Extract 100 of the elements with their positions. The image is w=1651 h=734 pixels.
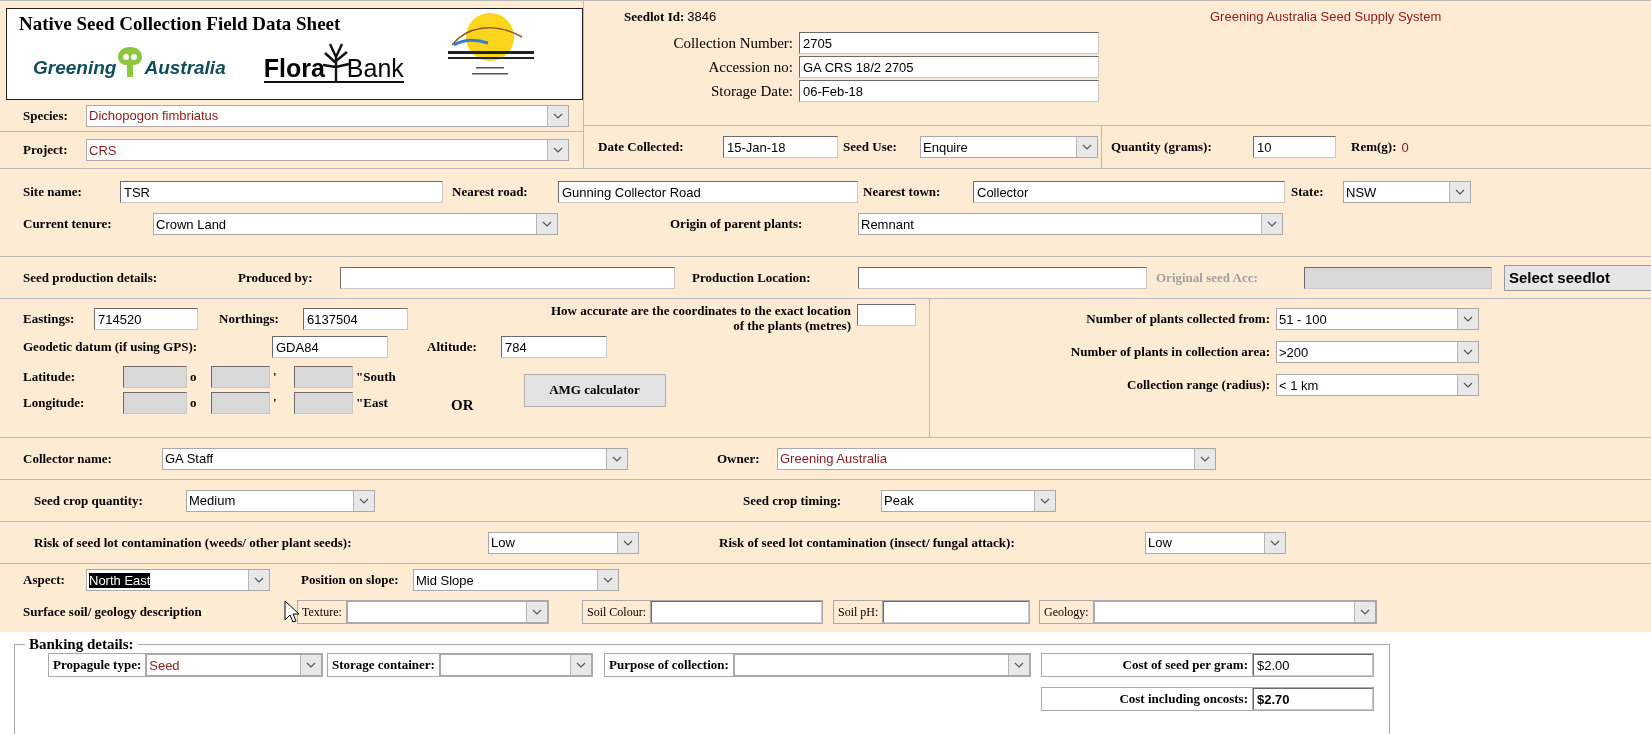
field-label: Storage container:: [328, 654, 440, 676]
text-field[interactable]: 06-Feb-18: [799, 80, 1099, 102]
dropdown[interactable]: < 1 km: [1276, 374, 1479, 396]
dropdown[interactable]: North East: [86, 569, 270, 591]
section-label: Banking details:: [28, 636, 135, 653]
field-label: Rem(g):: [1351, 139, 1397, 155]
caret-icon: [623, 539, 633, 546]
caret-icon: [1463, 349, 1473, 355]
caret-icon: [1040, 497, 1050, 504]
caret-icon: [1014, 662, 1024, 668]
field-label: How accurate are the coordinates to the exact location of the plants (metres): [549, 304, 852, 334]
logo-text: Bank: [346, 56, 404, 81]
section-label: Surface soil/ geology description: [23, 604, 202, 619]
seedlot-id: 3846: [687, 9, 717, 24]
text-field[interactable]: [858, 266, 1147, 289]
field-label: Number of plants in collection area:: [1069, 344, 1271, 360]
caret-icon: [1082, 144, 1092, 150]
text-field[interactable]: GDA84: [272, 336, 388, 358]
caret-icon: [1200, 455, 1210, 462]
caret-icon: [1463, 382, 1473, 388]
field-label: Nearest road:: [452, 184, 529, 200]
field-label: Geology:: [1040, 601, 1094, 623]
field-label: Aspect:: [23, 572, 66, 588]
caret-icon: [1360, 609, 1370, 615]
text-field[interactable]: 10: [1253, 136, 1336, 158]
text-field[interactable]: $2.70: [1253, 688, 1373, 710]
text-field[interactable]: $2.00: [1253, 654, 1373, 676]
section-label: Seed production details:: [23, 269, 159, 286]
text-field[interactable]: 15-Jan-18: [723, 136, 838, 158]
select-seedlot-button[interactable]: Select seedlot: [1504, 264, 1651, 291]
amg-calculator-button[interactable]: AMG calculator: [523, 373, 666, 407]
or-label: OR: [451, 397, 474, 414]
dropdown[interactable]: Low: [488, 531, 639, 554]
field-label: Northings:: [219, 311, 280, 327]
unit-label: ': [272, 369, 278, 385]
dropdown[interactable]: NSW: [1343, 181, 1471, 203]
text-field[interactable]: Collector: [973, 181, 1285, 203]
logo-text: Australia: [144, 57, 226, 79]
field-label: Storage Date:: [709, 82, 794, 100]
field-label: Original seed Acc:: [1156, 269, 1259, 286]
text-field[interactable]: [340, 266, 675, 289]
field-label: Owner:: [717, 450, 761, 467]
caret-icon: [306, 662, 316, 668]
dropdown[interactable]: 51 - 100: [1276, 308, 1479, 330]
text-field[interactable]: 2705: [799, 32, 1099, 54]
text-field[interactable]: [651, 601, 822, 623]
dropdown[interactable]: CRS: [86, 139, 569, 161]
dropdown[interactable]: Mid Slope: [413, 569, 619, 591]
field-label: Produced by:: [238, 269, 314, 286]
caret-icon: [359, 497, 369, 504]
caret-icon: [1270, 539, 1280, 546]
caret-icon: [1455, 189, 1465, 195]
field-label: Eastings:: [23, 311, 76, 327]
caret-icon: [1463, 316, 1473, 322]
text-field[interactable]: 714520: [94, 308, 198, 330]
caret-icon: [553, 147, 563, 153]
dropdown[interactable]: Low: [1145, 531, 1286, 554]
text-field[interactable]: GA CRS 18/2 2705: [799, 56, 1099, 78]
tree-icon: [117, 45, 144, 79]
unit-label: "East: [355, 395, 388, 411]
dropdown[interactable]: [439, 654, 592, 676]
dropdown[interactable]: Medium: [186, 489, 375, 512]
dropdown[interactable]: Dichopogon fimbriatus: [86, 104, 569, 127]
dropdown[interactable]: [733, 654, 1030, 676]
field-label: Geodetic datum (if using GPS):: [23, 339, 199, 355]
dropdown[interactable]: Peak: [881, 489, 1056, 512]
text-field[interactable]: 784: [501, 336, 607, 358]
caret-icon: [542, 221, 552, 227]
text-field[interactable]: Gunning Collector Road: [558, 181, 858, 203]
field-label: Risk of seed lot contamination (insect/ fungal attack):: [719, 534, 1016, 551]
unit-label: o: [189, 369, 198, 385]
text-field[interactable]: TSR: [120, 181, 443, 203]
logo-text: Flora: [263, 56, 325, 81]
text-field[interactable]: [857, 304, 916, 327]
dropdown[interactable]: Remnant: [858, 213, 1283, 235]
dropdown[interactable]: Enquire: [920, 136, 1098, 158]
dropdown[interactable]: Greening Australia: [777, 447, 1216, 470]
field-label: Collection range (radius):: [1126, 377, 1271, 393]
field-label: Position on slope:: [301, 572, 400, 588]
form-title: Native Seed Collection Field Data Sheet: [19, 13, 342, 35]
unit-label: o: [189, 395, 198, 411]
text-field[interactable]: 6137504: [303, 308, 408, 330]
dropdown[interactable]: GA Staff: [162, 447, 628, 470]
dropdown[interactable]: Crown Land: [153, 213, 558, 235]
field-label: Latitude:: [23, 369, 76, 385]
field-label: Collector name:: [23, 450, 113, 467]
caret-icon: [603, 577, 613, 583]
logo-text: Greening: [33, 57, 117, 79]
dropdown[interactable]: Seed: [146, 654, 322, 676]
field-label: Altitude:: [427, 339, 478, 355]
field-label: Accession no:: [707, 58, 794, 76]
dropdown[interactable]: >200: [1276, 341, 1479, 363]
field-label: Nearest town:: [863, 184, 942, 200]
field-label: Project:: [23, 142, 69, 158]
text-field[interactable]: [883, 601, 1029, 623]
field-label: Current tenure:: [23, 216, 113, 232]
dropdown[interactable]: [1093, 601, 1376, 623]
dropdown[interactable]: [346, 601, 548, 623]
system-name: Greening Australia Seed Supply System: [1210, 9, 1443, 25]
field-label: Species:: [23, 107, 69, 124]
